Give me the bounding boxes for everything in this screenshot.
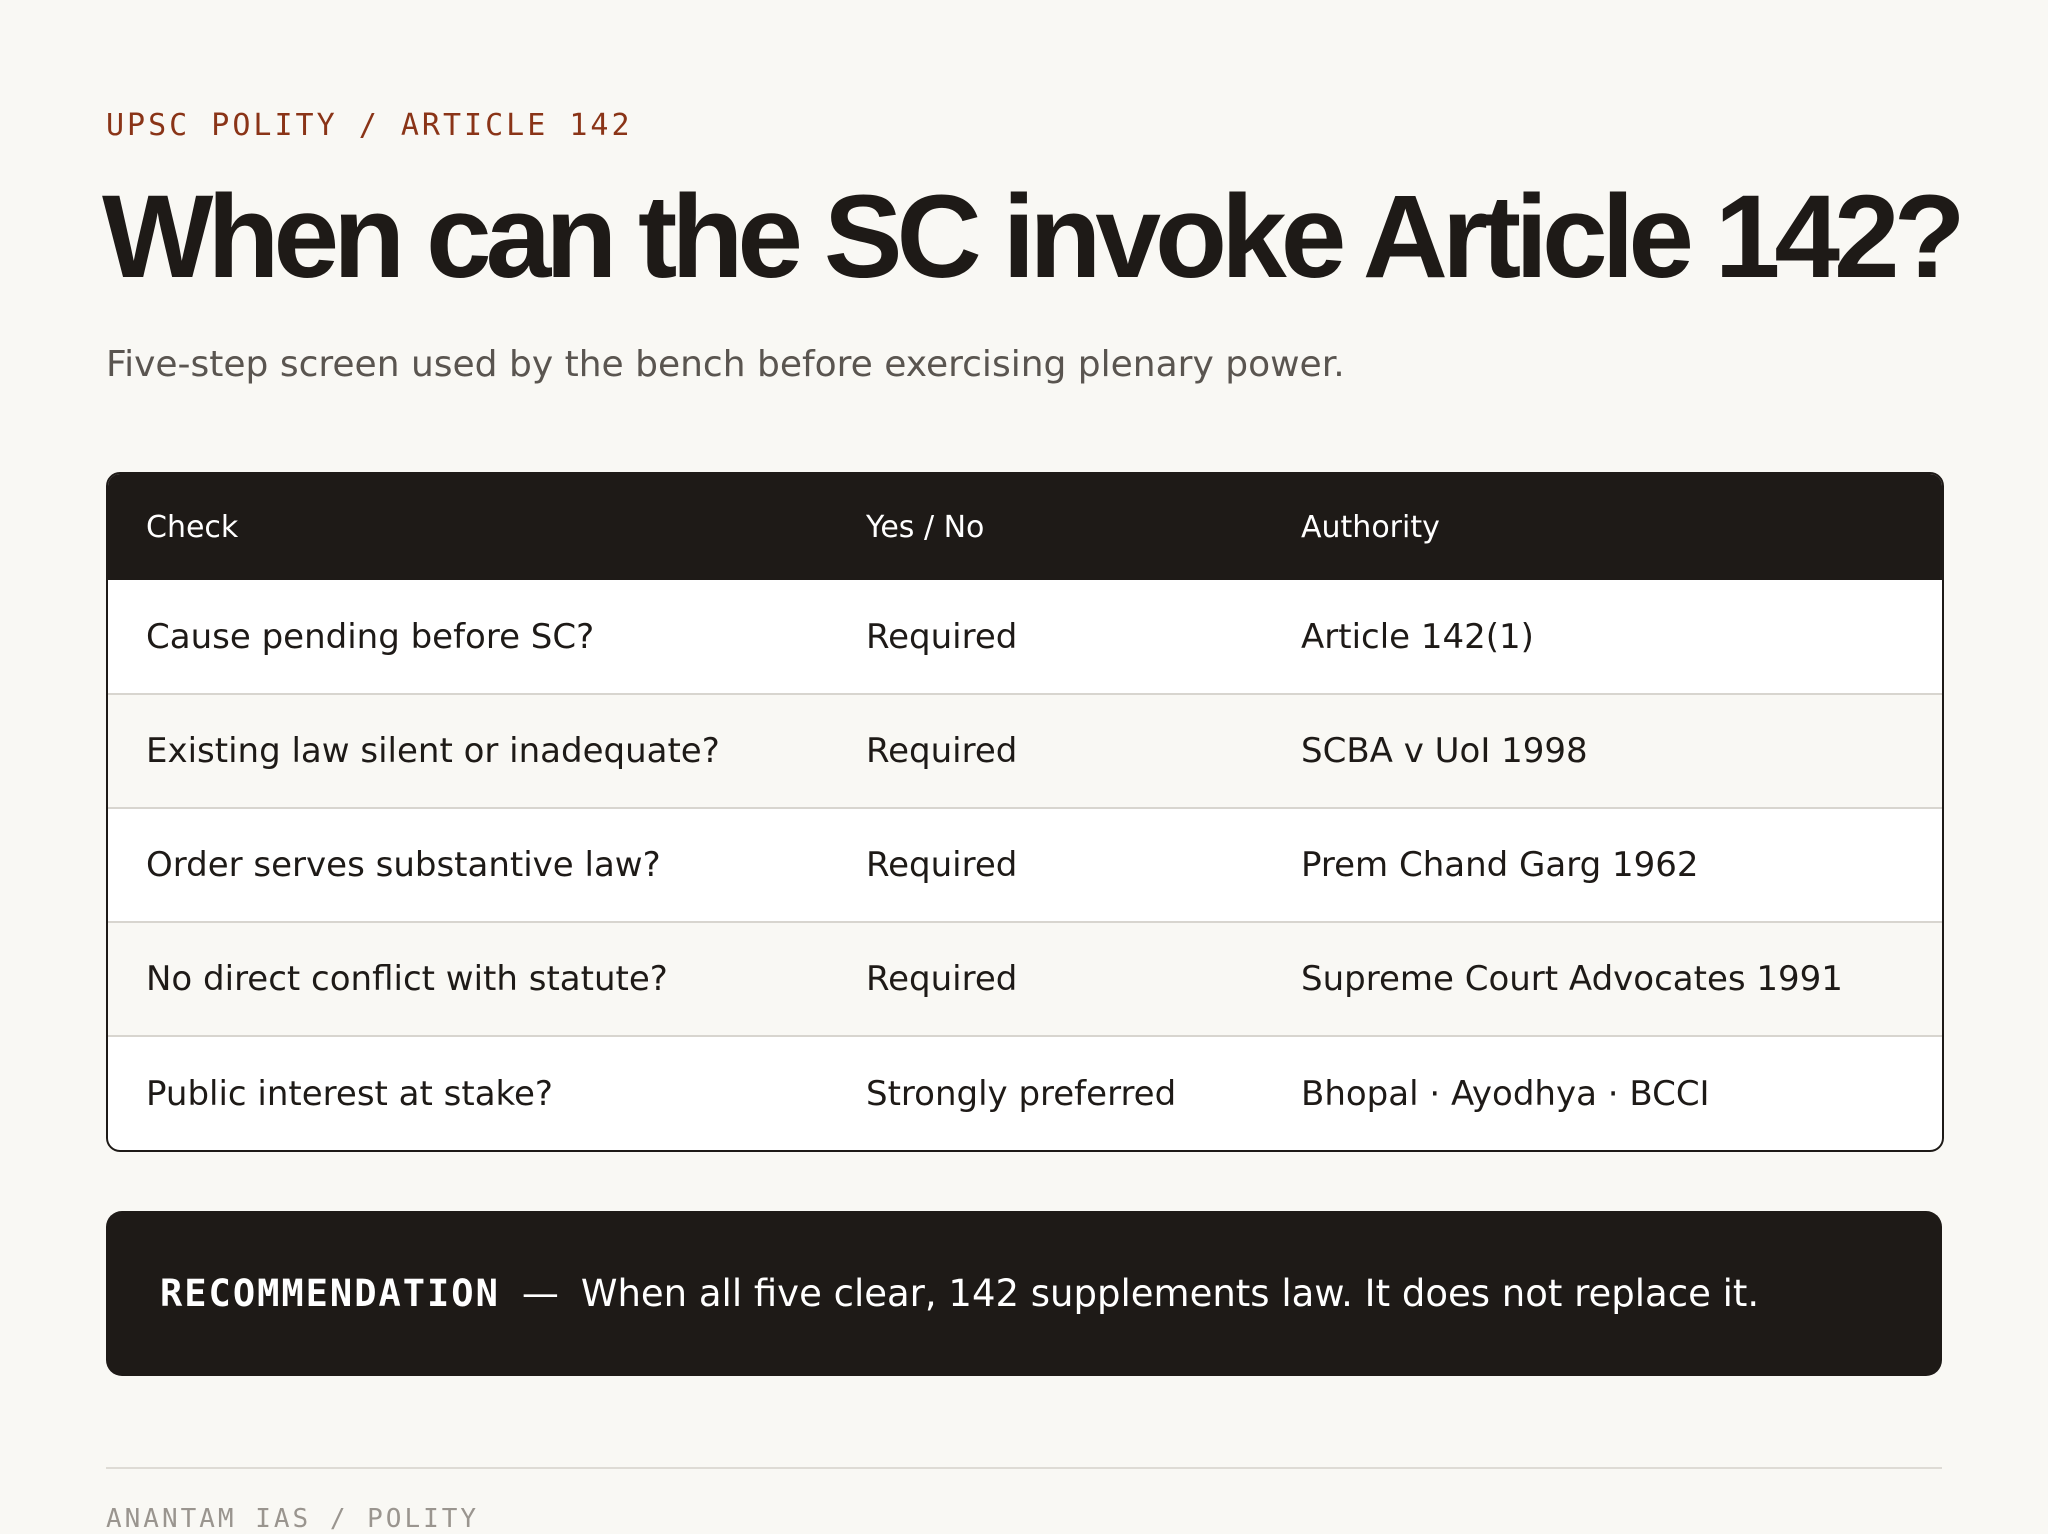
check-cell: Order serves substantive law? xyxy=(146,845,661,885)
recommendation-label: RECOMMENDATION xyxy=(160,1272,500,1315)
breadcrumb: UPSC POLITY / ARTICLE 142 xyxy=(106,108,633,143)
authority-cell: Article 142(1) xyxy=(1301,616,1534,657)
recommendation-callout: RECOMMENDATION — When all five clear, 14… xyxy=(106,1211,1942,1376)
table-row: Cause pending before SC? Required Articl… xyxy=(108,580,1942,694)
requirement-cell: Required xyxy=(866,845,1018,885)
column-header-authority: Authority xyxy=(1301,509,1440,545)
authority-cell: Bhopal · Ayodhya · BCCI xyxy=(1301,1073,1710,1114)
recommendation-dash: — xyxy=(521,1272,559,1315)
footer-divider xyxy=(106,1467,1942,1469)
column-header-yes-no: Yes / No xyxy=(866,509,985,545)
table-row: Public interest at stake? Strongly prefe… xyxy=(108,1036,1942,1150)
table-row: No direct conflict with statute? Require… xyxy=(108,922,1942,1036)
requirement-cell: Required xyxy=(866,959,1018,999)
check-cell: Existing law silent or inadequate? xyxy=(146,731,720,771)
recommendation-text: When all five clear, 142 supplements law… xyxy=(580,1272,1760,1315)
page-subtitle: Five-step screen used by the bench befor… xyxy=(106,344,1345,385)
table-header-row: Check Yes / No Authority xyxy=(108,474,1942,580)
footer-label: ANANTAM IAS / POLITY xyxy=(106,1504,480,1534)
authority-cell: SCBA v UoI 1998 xyxy=(1301,731,1588,771)
authority-cell: Supreme Court Advocates 1991 xyxy=(1301,959,1843,999)
check-cell: Cause pending before SC? xyxy=(146,616,595,657)
requirement-cell: Strongly preferred xyxy=(866,1073,1177,1114)
column-header-check: Check xyxy=(146,509,239,545)
check-cell: No direct conflict with statute? xyxy=(146,959,668,999)
requirement-cell: Required xyxy=(866,731,1018,771)
table-row: Order serves substantive law? Required P… xyxy=(108,808,1942,922)
authority-cell: Prem Chand Garg 1962 xyxy=(1301,845,1699,885)
requirement-cell: Required xyxy=(866,616,1018,657)
table-row: Existing law silent or inadequate? Requi… xyxy=(108,694,1942,808)
checklist-table: Check Yes / No Authority Cause pending b… xyxy=(106,472,1944,1152)
check-cell: Public interest at stake? xyxy=(146,1073,553,1114)
page-title: When can the SC invoke Article 142? xyxy=(102,171,1966,303)
